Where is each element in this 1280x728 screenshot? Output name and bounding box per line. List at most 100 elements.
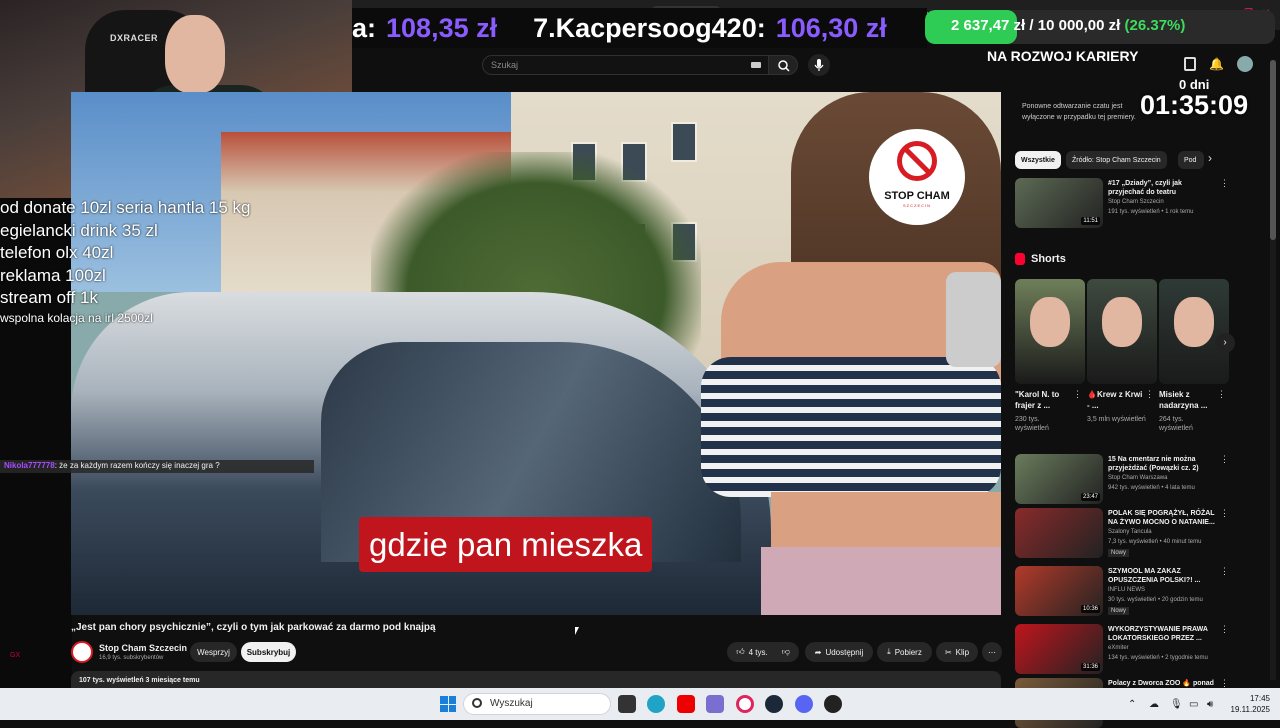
views-and-date: 107 tys. wyświetleń 3 miesiące temu	[79, 677, 200, 684]
short-views: 230 tys. wyświetleń	[1015, 416, 1049, 432]
video-player[interactable]: STOP CHAM SZCZECIN gdzie pan mieszka	[71, 92, 1001, 615]
shorts-next-icon[interactable]: ›	[1215, 333, 1235, 353]
video-thumbnail[interactable]: 31:36	[1015, 624, 1103, 674]
keyboard-icon[interactable]	[751, 62, 761, 68]
opera-gx-icon[interactable]	[736, 695, 754, 713]
donation-price-list: od donate 10zl seria hantla 15 kg egielan…	[0, 198, 300, 328]
chip-related[interactable]: Pod	[1178, 151, 1204, 169]
recommendation-meta: 30 tys. wyświetleń • 20 godzin temu	[1108, 597, 1203, 603]
no-car-icon	[897, 141, 937, 181]
more-options-icon[interactable]: ⋮	[1220, 454, 1229, 465]
more-actions-button[interactable]: ⋯	[982, 642, 1002, 662]
short-thumbnail[interactable]	[1159, 279, 1229, 384]
rank-prev-amount: 108,35 zł	[386, 12, 498, 43]
recommendation-channel[interactable]: Stop Cham Szczecin	[1108, 199, 1164, 205]
chip-all[interactable]: Wszystkie	[1015, 151, 1061, 169]
short-title[interactable]: "Karol N. to frajer z ...	[1015, 389, 1075, 411]
recommendation-title[interactable]: #17 „Dziady”, czyli jak przyjechać do te…	[1108, 179, 1218, 197]
edge-icon[interactable]	[647, 695, 665, 713]
share-button[interactable]: ➦ Udostępnij	[805, 642, 873, 662]
more-options-icon[interactable]: ⋮	[1145, 389, 1154, 400]
video-thumbnail[interactable]: 23:47	[1015, 454, 1103, 504]
clock-date[interactable]: 19.11.2025	[1216, 705, 1270, 714]
video-person-skirt	[761, 547, 1001, 615]
mouse-cursor-icon	[575, 627, 579, 635]
recommendation-channel[interactable]: Stop Cham Warszawa	[1108, 475, 1167, 481]
like-button[interactable]: 👍︎ 4 tys. 👎︎	[727, 642, 799, 662]
short-title[interactable]: 🩸Krew z Krwi - ...	[1087, 389, 1147, 411]
recommendation-item[interactable]: 31:36 WYKORZYSTYWANIE PRAWA LOKATORSKIEGO…	[1015, 624, 1230, 674]
thumbs-down-icon[interactable]: 👎︎	[782, 647, 790, 657]
video-thumbnail[interactable]	[1015, 508, 1103, 558]
recommendation-item[interactable]: 10:36 SZYMOOL MA ZAKAZ OPUSZCZENIA POLSKI…	[1015, 566, 1230, 616]
share-icon: ➦	[814, 647, 822, 657]
video-duration: 31:36	[1080, 663, 1100, 671]
short-title[interactable]: Misiek z nadarzyna ...	[1159, 389, 1219, 411]
recommendation-title[interactable]: Polacy z Dworca ZOO 🔥 ponad	[1108, 679, 1218, 688]
task-view-icon[interactable]	[618, 695, 636, 713]
cloud-icon[interactable]: ☁	[1149, 699, 1159, 710]
steam-icon[interactable]	[765, 695, 783, 713]
search-input[interactable]: Szukaj	[482, 55, 772, 75]
chevron-up-icon[interactable]: ⌃	[1128, 699, 1136, 710]
chip-source-channel[interactable]: Źródło: Stop Cham Szczecin	[1066, 151, 1167, 169]
windows-taskbar	[0, 688, 1280, 720]
discord-icon[interactable]	[795, 695, 813, 713]
clip-button[interactable]: ✂ Klip	[936, 642, 978, 662]
recommendation-item[interactable]: POLAK SIĘ POGRĄŻYŁ, RÓŻAL NA ŻYWO MOCNO …	[1015, 508, 1230, 558]
windows-start-icon[interactable]	[440, 696, 456, 712]
microphone-tray-icon[interactable]: 🎙︎	[1170, 699, 1183, 710]
more-options-icon[interactable]: ⋮	[1220, 566, 1229, 577]
clip-label: Klip	[955, 647, 970, 657]
chevron-right-icon[interactable]: ›	[1208, 151, 1212, 165]
recommendation-item[interactable]: 11:51 #17 „Dziady”, czyli jak przyjechać …	[1015, 178, 1230, 228]
chair-brand: DXRACER	[110, 33, 159, 43]
taskbar-search[interactable]: Wyszukaj	[463, 693, 611, 715]
rank-current-amount: 106,30 zł	[775, 12, 887, 43]
search-button[interactable]	[768, 55, 798, 75]
short-thumbnail[interactable]	[1087, 279, 1157, 384]
download-button[interactable]: ⤓ Pobierz	[877, 642, 932, 662]
scrollbar-thumb[interactable]	[1270, 60, 1276, 240]
recommendation-title[interactable]: WYKORZYSTYWANIE PRAWA LOKATORSKIEGO PRZE…	[1108, 625, 1218, 643]
recommendation-channel[interactable]: INFLU NEWS	[1108, 587, 1145, 593]
recommendation-item[interactable]: 23:47 15 Na cmentarz nie można przyjeżdża…	[1015, 454, 1230, 504]
channel-avatar[interactable]	[71, 641, 93, 663]
video-thumbnail[interactable]: 10:36	[1015, 566, 1103, 616]
recommendation-channel[interactable]: Szalony Tancula	[1108, 529, 1152, 535]
clock-time[interactable]: 17:45	[1226, 694, 1270, 703]
chat-replay-note: Ponowne odtwarzanie czatu jest wyłączone…	[1022, 103, 1136, 121]
account-avatar[interactable]	[1237, 56, 1253, 72]
youtube-app-icon[interactable]	[677, 695, 695, 713]
recommendation-title[interactable]: 15 Na cmentarz nie można przyjeżdżać (Po…	[1108, 455, 1218, 473]
thumbs-up-icon: 👍︎	[736, 647, 745, 656]
more-options-icon[interactable]: ⋮	[1220, 624, 1229, 635]
video-thumbnail[interactable]: 11:51	[1015, 178, 1103, 228]
notifications-icon[interactable]: 🔔	[1209, 57, 1224, 71]
voice-search-button[interactable]	[808, 54, 830, 76]
new-badge: Nowy	[1108, 549, 1130, 557]
video-title: „Jest pan chory psychicznie”, czyli o ty…	[71, 622, 436, 633]
goal-current: 2 637,47 zł	[951, 17, 1026, 34]
recommendation-title[interactable]: POLAK SIĘ POGRĄŻYŁ, RÓŻAL NA ŻYWO MOCNO …	[1108, 509, 1218, 527]
more-options-icon[interactable]: ⋮	[1220, 508, 1229, 519]
snipping-tool-icon[interactable]	[706, 695, 724, 713]
stop-cham-logo: STOP CHAM SZCZECIN	[869, 129, 965, 225]
create-icon[interactable]	[1184, 57, 1196, 71]
short-thumbnail[interactable]	[1015, 279, 1085, 384]
recommendation-title[interactable]: SZYMOOL MA ZAKAZ OPUSZCZENIA POLSKI?! ..…	[1108, 567, 1218, 585]
more-options-icon[interactable]: ⋮	[1073, 389, 1082, 400]
recommendation-channel[interactable]: eXmiter	[1108, 645, 1129, 651]
display-icon[interactable]: ▭	[1189, 699, 1198, 710]
support-button[interactable]: Wesprzyj	[190, 642, 237, 662]
rank-current-name: 7.Kacpersoog420:	[533, 12, 766, 43]
short-face	[1174, 297, 1214, 347]
share-label: Udostępnij	[825, 647, 864, 657]
more-options-icon[interactable]: ⋮	[1220, 178, 1229, 189]
video-description[interactable]: 107 tys. wyświetleń 3 miesiące temu	[71, 671, 1001, 689]
obs-icon[interactable]	[824, 695, 842, 713]
subscribe-button[interactable]: Subskrybuj	[241, 642, 296, 662]
more-options-icon[interactable]: ⋮	[1217, 389, 1226, 400]
volume-icon[interactable]: 🔊︎	[1207, 699, 1213, 710]
channel-name[interactable]: Stop Cham Szczecin	[99, 643, 187, 653]
